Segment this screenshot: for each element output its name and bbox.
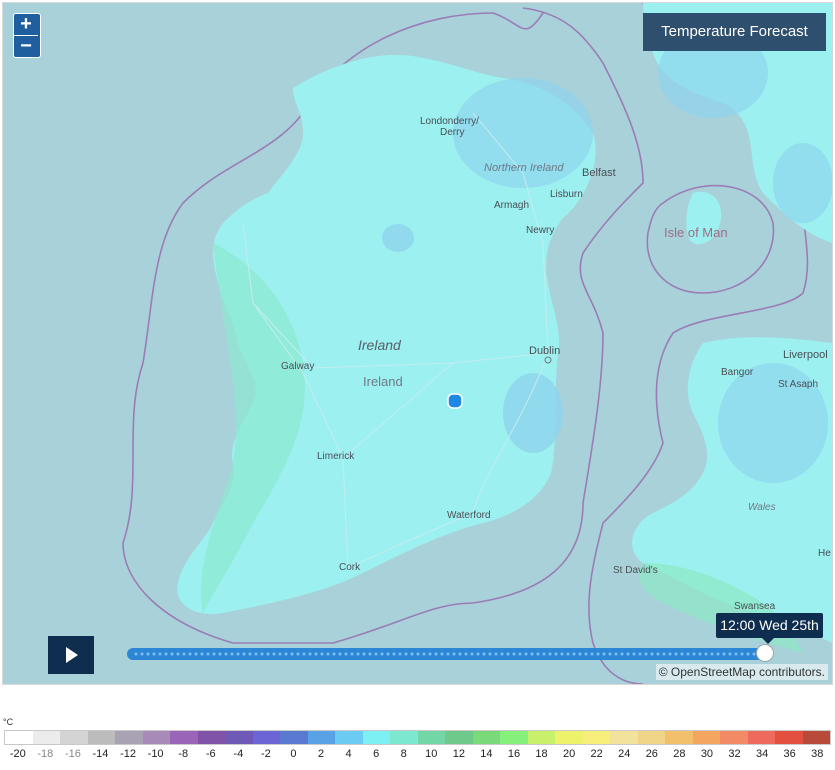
legend-label: -2	[260, 748, 271, 760]
label-st-asaph: St Asaph	[778, 379, 818, 390]
legend-label: 30	[700, 748, 714, 760]
legend-swatch	[445, 731, 473, 744]
legend-label: 4	[345, 748, 352, 760]
legend-swatch	[720, 731, 748, 744]
legend-swatch	[610, 731, 638, 744]
label-londonderry: Londonderry/	[420, 116, 479, 127]
location-pin-icon[interactable]	[447, 393, 463, 409]
legend-swatch	[115, 731, 143, 744]
timeline-handle[interactable]	[756, 644, 774, 662]
timeline-ticks	[133, 652, 765, 656]
play-icon	[66, 647, 78, 663]
legend-swatch	[335, 731, 363, 744]
legend-swatch	[472, 731, 500, 744]
legend-label: 6	[373, 748, 380, 760]
legend-swatch	[417, 731, 445, 744]
legend-swatch	[197, 731, 225, 744]
legend-label: 12	[452, 748, 465, 760]
zoom-in-button[interactable]: +	[14, 14, 38, 35]
legend-swatch	[802, 731, 830, 744]
legend-label: 36	[783, 748, 796, 760]
time-tooltip: 12:00 Wed 25th	[716, 613, 823, 644]
label-galway: Galway	[281, 361, 314, 372]
legend-label: -20	[9, 748, 26, 760]
label-bangor: Bangor	[721, 367, 754, 378]
label-lisburn: Lisburn	[550, 189, 583, 200]
map-title: Temperature Forecast	[643, 13, 826, 51]
legend-swatch	[582, 731, 610, 744]
legend-swatch	[775, 731, 803, 744]
legend-label: 22	[590, 748, 603, 760]
legend-swatch	[390, 731, 418, 744]
map-attribution: © OpenStreetMap contributors.	[655, 664, 828, 680]
legend-label: 18	[535, 748, 548, 760]
legend-swatch	[362, 731, 390, 744]
map-canvas[interactable]: Londonderry/ Derry Northern Ireland Belf…	[3, 3, 832, 684]
legend-label: -6	[205, 748, 216, 760]
legend-label: 10	[425, 748, 438, 760]
legend-label: 34	[755, 748, 769, 760]
timeline-slider[interactable]	[127, 648, 771, 660]
zoom-out-button[interactable]: −	[14, 35, 38, 57]
legend-swatch	[142, 731, 170, 744]
legend-label: -16	[64, 748, 81, 760]
legend-label: -10	[147, 748, 164, 760]
legend-swatch	[747, 731, 775, 744]
label-wales: Wales	[748, 502, 776, 513]
temperature-legend: °C -20 -18 -16 -14 -12 -10 -8 -6 -4 -2 0 2 4 6 8 10 12 14…	[0, 710, 835, 770]
legend-swatch	[527, 731, 555, 744]
label-cork: Cork	[339, 562, 361, 573]
label-limerick: Limerick	[317, 451, 355, 462]
legend-label: 0	[290, 748, 297, 760]
legend-label: -4	[233, 748, 244, 760]
label-ireland-country: Ireland	[363, 374, 403, 389]
legend-label: 26	[645, 748, 658, 760]
label-st-davids: St David's	[613, 565, 658, 576]
label-ireland-region: Ireland	[358, 337, 402, 353]
legend-swatch	[5, 731, 33, 744]
legend-swatch	[637, 731, 665, 744]
legend-swatch	[60, 731, 88, 744]
legend-swatch	[32, 731, 60, 744]
legend-unit: °C	[3, 717, 14, 727]
legend-swatch	[87, 731, 115, 744]
label-newry: Newry	[526, 225, 554, 236]
legend-swatch	[225, 731, 253, 744]
legend-label: 20	[562, 748, 576, 760]
legend-swatch	[252, 731, 280, 744]
label-isle-of-man: Isle of Man	[664, 225, 728, 240]
legend-label: 28	[673, 748, 686, 760]
legend-swatch	[500, 731, 528, 744]
legend-label: 16	[507, 748, 521, 760]
legend-label: 2	[317, 748, 325, 760]
legend-label: -18	[37, 748, 54, 760]
legend-swatch	[555, 731, 583, 744]
label-waterford: Waterford	[447, 510, 491, 521]
label-belfast: Belfast	[582, 167, 616, 179]
legend-swatch	[665, 731, 693, 744]
legend-swatch	[280, 731, 308, 744]
legend-swatch	[692, 731, 720, 744]
legend-label: 14	[480, 748, 493, 760]
legend-swatch	[307, 731, 335, 744]
map-viewport[interactable]: Londonderry/ Derry Northern Ireland Belf…	[2, 2, 833, 685]
play-button[interactable]	[48, 636, 94, 674]
legend-label: -14	[92, 748, 109, 760]
label-swansea: Swansea	[734, 601, 776, 612]
legend-label: 38	[811, 748, 824, 760]
legend-color-bar	[4, 730, 831, 745]
legend-label: 8	[400, 748, 407, 760]
label-dublin: Dublin	[529, 345, 560, 357]
legend-swatch	[170, 731, 198, 744]
label-edge-he: He	[818, 548, 831, 559]
legend-label: 24	[618, 748, 631, 760]
label-liverpool: Liverpool	[783, 349, 828, 361]
zoom-control: + −	[13, 13, 41, 58]
legend-label: -12	[120, 748, 136, 760]
label-armagh: Armagh	[494, 200, 529, 211]
label-derry: Derry	[440, 127, 464, 138]
legend-label: -8	[178, 748, 189, 760]
legend-label: 32	[728, 748, 741, 760]
label-northern-ireland: Northern Ireland	[484, 162, 564, 174]
